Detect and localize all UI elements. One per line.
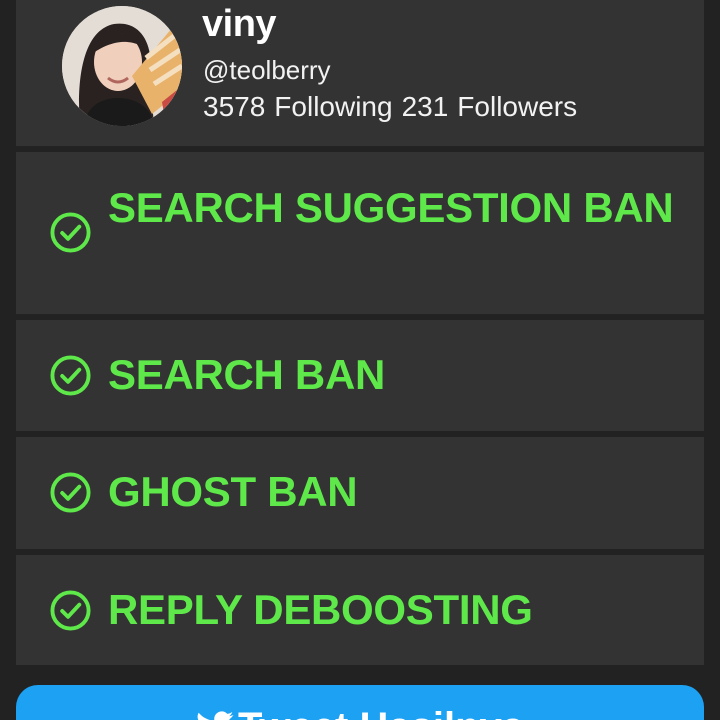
check-circle-icon bbox=[50, 355, 91, 396]
profile-name: viny bbox=[202, 3, 277, 45]
shadowban-result-page: viny @teolberry 3578 Following 231 Follower… bbox=[0, 0, 720, 720]
check-label: SEARCH BAN bbox=[108, 351, 386, 398]
check-label: GHOST BAN bbox=[108, 468, 358, 515]
profile-stats: 3578 Following 231 Followers bbox=[203, 90, 586, 124]
check-label: SEARCH SUGGESTION BAN bbox=[108, 184, 674, 231]
check-row-search-suggestion-ban: SEARCH SUGGESTION BAN bbox=[16, 152, 704, 314]
following-label: Following bbox=[274, 91, 393, 122]
tweet-result-button[interactable]: Tweet Hasilnya bbox=[16, 685, 704, 720]
tweet-button-label: Tweet Hasilnya bbox=[238, 705, 524, 720]
check-circle-icon bbox=[50, 212, 91, 253]
following-count: 3578 bbox=[203, 91, 266, 122]
check-row-reply-deboosting: REPLY DEBOOSTING bbox=[16, 555, 704, 665]
check-row-search-ban: SEARCH BAN bbox=[16, 320, 704, 431]
check-label: REPLY DEBOOSTING bbox=[108, 586, 533, 633]
avatar bbox=[62, 6, 182, 126]
twitter-bird-icon bbox=[197, 711, 234, 720]
check-circle-icon bbox=[50, 590, 91, 631]
followers-label: Followers bbox=[457, 91, 578, 122]
check-circle-icon bbox=[50, 472, 91, 513]
followers-count: 231 bbox=[401, 91, 449, 122]
tweet-button-content: Tweet Hasilnya bbox=[196, 705, 524, 720]
profile-handle: @teolberry bbox=[203, 55, 331, 85]
avatar-photo bbox=[62, 6, 182, 126]
profile-card: viny @teolberry 3578 Following 231 Follower… bbox=[16, 0, 704, 146]
check-row-ghost-ban: GHOST BAN bbox=[16, 437, 704, 549]
